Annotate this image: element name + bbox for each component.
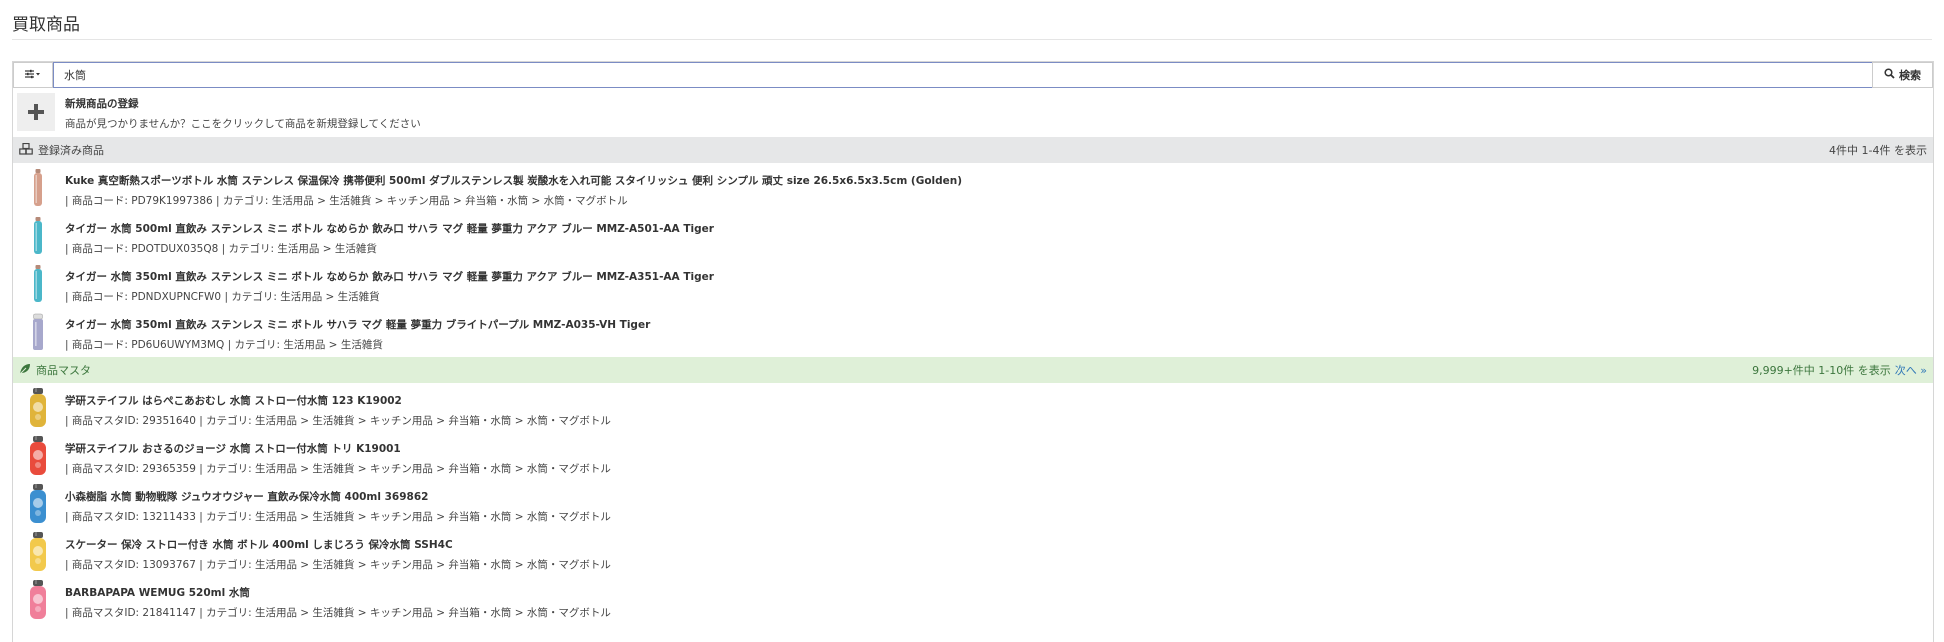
product-meta: | 商品マスタID: 13093767 | カテゴリ: 生活用品 > 生活雑貨 … [65, 559, 611, 571]
product-title: 学研ステイフル おさるのジョージ 水筒 ストロー付水筒 トリ K19001 [65, 443, 401, 455]
product-thumbnail [19, 532, 57, 572]
next-page-link[interactable]: 次へ » [1895, 364, 1927, 377]
product-thumbnail [19, 312, 57, 352]
product-meta: | 商品コード: PDOTDUX035Q8 | カテゴリ: 生活用品 > 生活雑… [65, 243, 377, 255]
cubes-icon [19, 142, 33, 158]
product-meta: | 商品マスタID: 29365359 | カテゴリ: 生活用品 > 生活雑貨 … [65, 463, 611, 475]
product-thumbnail [19, 168, 57, 208]
new-product-register-row[interactable]: 新規商品の登録 商品が見つかりませんか？ここをクリックして商品を新規登録してくだ… [13, 89, 1933, 136]
product-thumbnail [19, 388, 57, 428]
title-divider [12, 39, 1932, 40]
product-meta: | 商品コード: PD79K1997386 | カテゴリ: 生活用品 > 生活雑… [65, 195, 628, 207]
sliders-icon [24, 69, 42, 82]
product-title: スケーター 保冷 ストロー付き 水筒 ボトル 400ml しまじろう 保冷水筒 … [65, 539, 453, 551]
product-title: タイガー 水筒 350ml 直飲み ステンレス ミニ ボトル なめらか 飲み口 … [65, 271, 714, 283]
product-title: Kuke 真空断熱スポーツボトル 水筒 ステンレス 保温保冷 携帯便利 500m… [65, 175, 963, 187]
registered-count: 4件中 1-4件 を表示 [1829, 144, 1927, 157]
filter-dropdown-button[interactable] [13, 62, 53, 88]
new-product-subtitle: 商品が見つかりませんか？ここをクリックして商品を新規登録してください [65, 118, 421, 130]
product-master-label: 商品マスタ [36, 364, 91, 377]
product-title: タイガー 水筒 350ml 直飲み ステンレス ミニ ボトル サハラ マグ 軽量… [65, 319, 651, 331]
product-thumbnail [19, 216, 57, 256]
registered-product-row[interactable]: タイガー 水筒 350ml 直飲み ステンレス ミニ ボトル なめらか 飲み口 … [13, 260, 1933, 308]
search-button-label: 検索 [1899, 69, 1921, 82]
master-count: 9,999+件中 1-10件 を表示 [1752, 364, 1891, 377]
new-product-title: 新規商品の登録 [65, 98, 139, 110]
product-thumbnail [19, 580, 57, 620]
registered-products-label: 登録済み商品 [38, 144, 104, 157]
search-button[interactable]: 検索 [1872, 62, 1933, 88]
product-thumbnail [19, 436, 57, 476]
registered-products-header: 登録済み商品 4件中 1-4件 を表示 [13, 137, 1933, 163]
product-title: 小森樹脂 水筒 動物戦隊 ジュウオウジャー 直飲み保冷水筒 400ml 3698… [65, 491, 429, 503]
master-product-row[interactable]: スケーター 保冷 ストロー付き 水筒 ボトル 400ml しまじろう 保冷水筒 … [13, 528, 1933, 576]
master-product-row[interactable]: 小森樹脂 水筒 動物戦隊 ジュウオウジャー 直飲み保冷水筒 400ml 3698… [13, 480, 1933, 528]
product-thumbnail [19, 264, 57, 304]
product-master-header: 商品マスタ 9,999+件中 1-10件 を表示 次へ » [13, 357, 1933, 383]
product-meta: | 商品コード: PD6U6UWYM3MQ | カテゴリ: 生活用品 > 生活雑… [65, 339, 383, 351]
search-input[interactable] [53, 62, 1873, 88]
master-product-row[interactable]: 学研ステイフル おさるのジョージ 水筒 ストロー付水筒 トリ K19001 | 商… [13, 432, 1933, 480]
plus-icon [17, 93, 55, 131]
master-product-row[interactable]: 学研ステイフル はらぺこあおむし 水筒 ストロー付水筒 123 K19002 | … [13, 384, 1933, 432]
registered-product-row[interactable]: タイガー 水筒 350ml 直飲み ステンレス ミニ ボトル サハラ マグ 軽量… [13, 308, 1933, 356]
product-search-panel: 検索 新規商品の登録 商品が見つかりませんか？ここをクリックして商品を新規登録し… [12, 61, 1934, 642]
product-meta: | 商品マスタID: 13211433 | カテゴリ: 生活用品 > 生活雑貨 … [65, 511, 611, 523]
product-title: BARBAPAPA WEMUG 520ml 水筒 [65, 587, 250, 599]
product-title: タイガー 水筒 500ml 直飲み ステンレス ミニ ボトル なめらか 飲み口 … [65, 223, 714, 235]
product-meta: | 商品マスタID: 29351640 | カテゴリ: 生活用品 > 生活雑貨 … [65, 415, 611, 427]
page-title: 買取商品 [12, 15, 80, 35]
product-thumbnail [19, 484, 57, 524]
search-icon [1884, 68, 1895, 82]
master-product-row[interactable]: BARBAPAPA WEMUG 520ml 水筒 | 商品マスタID: 21841… [13, 576, 1933, 624]
search-bar: 検索 [13, 62, 1933, 88]
product-title: 学研ステイフル はらぺこあおむし 水筒 ストロー付水筒 123 K19002 [65, 395, 402, 407]
product-meta: | 商品マスタID: 21841147 | カテゴリ: 生活用品 > 生活雑貨 … [65, 607, 611, 619]
leaf-icon [19, 363, 31, 378]
registered-product-row[interactable]: Kuke 真空断熱スポーツボトル 水筒 ステンレス 保温保冷 携帯便利 500m… [13, 164, 1933, 212]
product-meta: | 商品コード: PDNDXUPNCFW0 | カテゴリ: 生活用品 > 生活雑… [65, 291, 380, 303]
registered-product-row[interactable]: タイガー 水筒 500ml 直飲み ステンレス ミニ ボトル なめらか 飲み口 … [13, 212, 1933, 260]
